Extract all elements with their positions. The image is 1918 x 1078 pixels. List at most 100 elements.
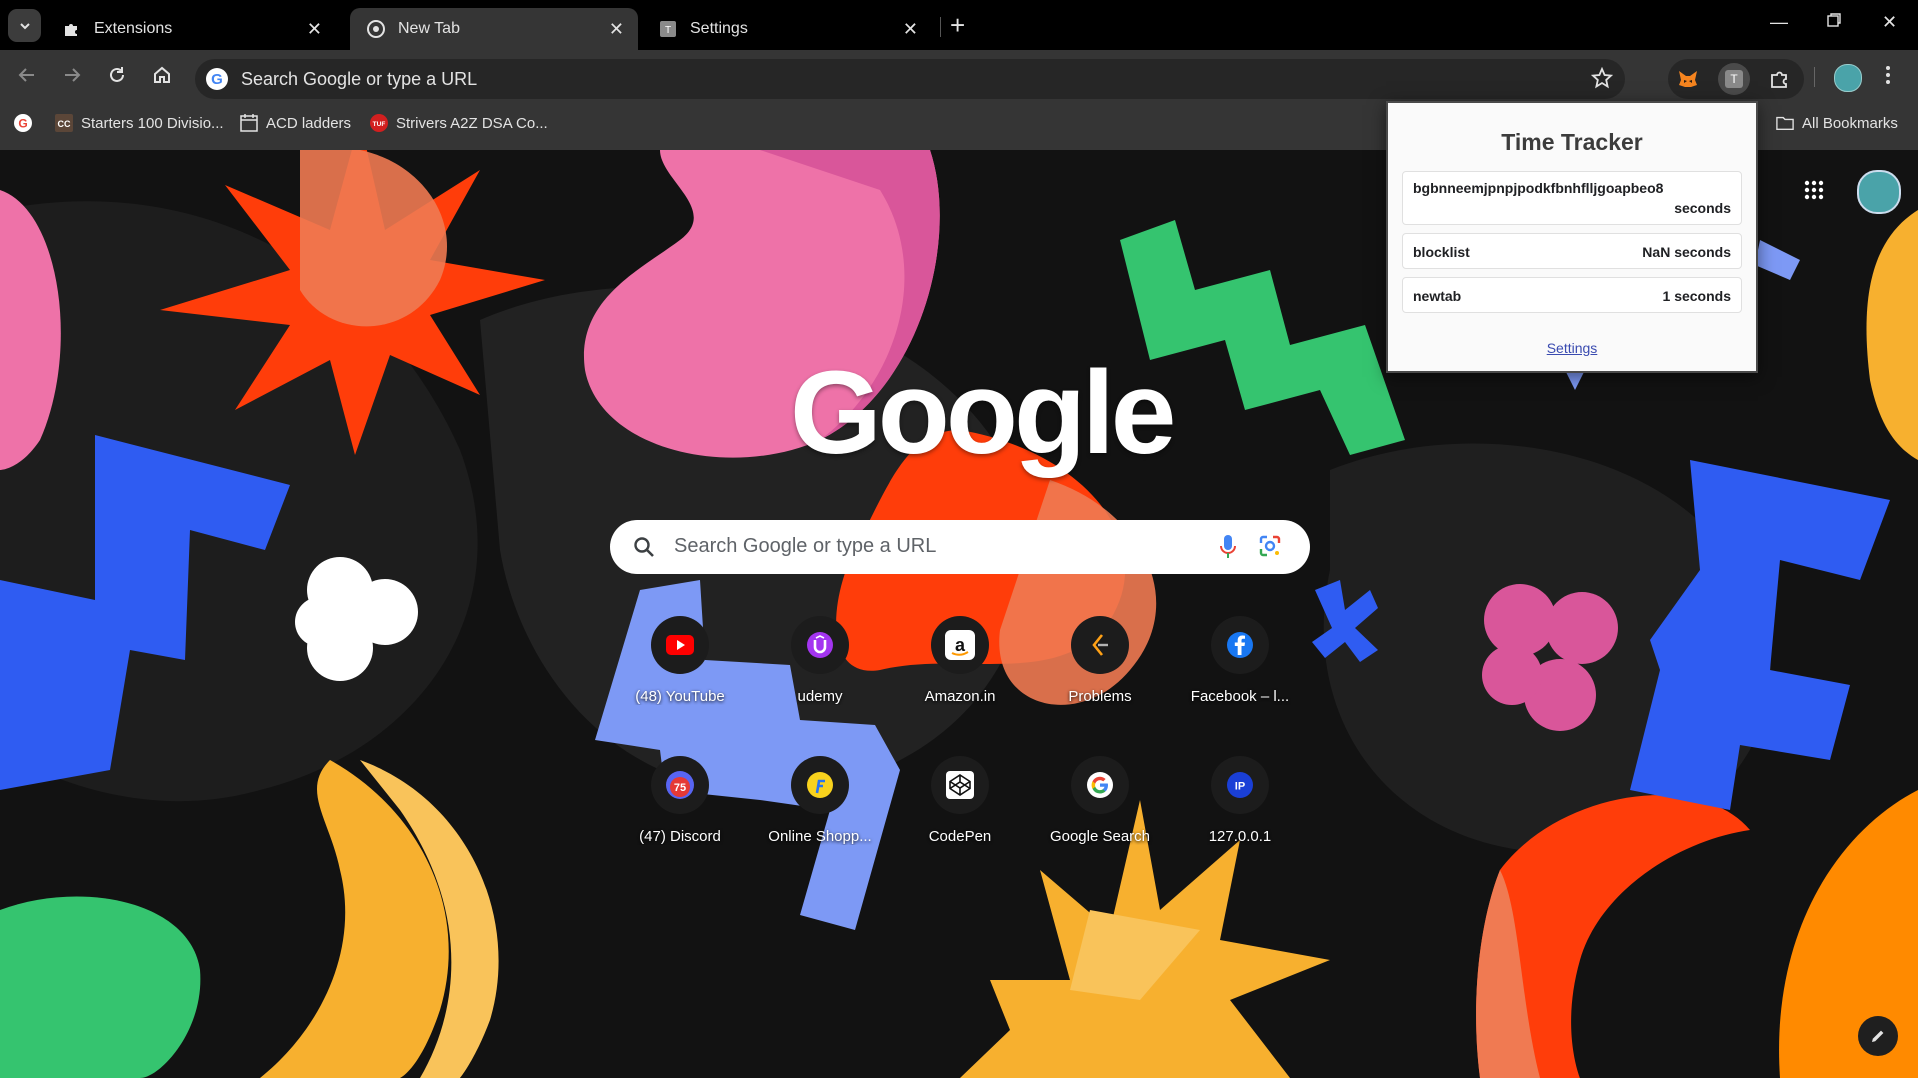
amazon-icon: a bbox=[931, 616, 989, 674]
time-tracker-extension-button[interactable]: T bbox=[1718, 63, 1750, 95]
tab-extensions[interactable]: Extensions ✕ bbox=[46, 8, 336, 50]
microphone-icon[interactable] bbox=[1218, 534, 1238, 565]
shortcut-localhost[interactable]: IP 127.0.0.1 bbox=[1170, 756, 1310, 886]
extensions-group: T bbox=[1668, 59, 1804, 99]
search-placeholder: Search Google or type a URL bbox=[674, 535, 937, 557]
shortcut-youtube[interactable]: (48) YouTube bbox=[610, 616, 750, 746]
shortcut-amazon[interactable]: a Amazon.in bbox=[890, 616, 1030, 746]
bookmark-star-icon[interactable] bbox=[1590, 66, 1614, 94]
site-row: blocklist NaN seconds bbox=[1402, 233, 1742, 269]
site-name: newtab bbox=[1413, 288, 1462, 304]
tab-title: Settings bbox=[690, 20, 748, 37]
tab-new-tab[interactable]: New Tab ✕ bbox=[350, 8, 638, 50]
flipkart-icon bbox=[791, 756, 849, 814]
udemy-icon bbox=[791, 616, 849, 674]
close-icon[interactable]: ✕ bbox=[903, 19, 918, 39]
shortcut-label: 127.0.0.1 bbox=[1208, 828, 1272, 845]
youtube-icon bbox=[651, 616, 709, 674]
kebab-menu-icon[interactable] bbox=[1885, 64, 1891, 91]
search-icon bbox=[632, 535, 656, 564]
bookmark-strivers-a2z[interactable]: TUF Strivers A2Z DSA Co... bbox=[370, 114, 548, 132]
shortcut-udemy[interactable]: udemy bbox=[750, 616, 890, 746]
folder-icon bbox=[1776, 114, 1794, 132]
shortcut-problems[interactable]: Problems bbox=[1030, 616, 1170, 746]
discord-icon: 75 bbox=[651, 756, 709, 814]
extension-letter: T bbox=[1730, 72, 1738, 86]
profile-avatar[interactable] bbox=[1834, 64, 1862, 92]
new-tab-button[interactable]: + bbox=[950, 12, 965, 38]
google-logo: Google bbox=[790, 347, 1176, 479]
google-apps-icon[interactable] bbox=[1804, 180, 1824, 205]
svg-text:IP: IP bbox=[1235, 781, 1245, 793]
minimize-icon[interactable]: — bbox=[1770, 12, 1788, 33]
tab-settings[interactable]: T Settings ✕ bbox=[642, 8, 932, 50]
toolbar: G Search Google or type a URL T bbox=[0, 50, 1918, 100]
ip-icon: IP bbox=[1211, 756, 1269, 814]
shortcut-label: CodePen bbox=[928, 828, 992, 845]
shortcut-discord[interactable]: 75 (47) Discord bbox=[610, 756, 750, 886]
site-time: NaN seconds bbox=[1642, 244, 1731, 260]
shortcut-flipkart[interactable]: Online Shopp... bbox=[750, 756, 890, 886]
back-icon[interactable] bbox=[14, 62, 40, 88]
svg-text:TUF: TUF bbox=[373, 121, 386, 128]
codechef-icon: CC bbox=[55, 114, 73, 132]
site-time: seconds bbox=[1674, 200, 1731, 216]
t-extension-icon: T bbox=[658, 19, 678, 39]
site-name: bgbnneemjpnpjpodkfbnhflljgoapbeo8 bbox=[1413, 180, 1664, 196]
bookmark-acd-ladders[interactable]: ACD ladders bbox=[240, 114, 351, 132]
restore-icon[interactable] bbox=[1826, 12, 1842, 33]
time-tracker-popup: Time Tracker bgbnneemjpnpjpodkfbnhflljgo… bbox=[1386, 101, 1758, 373]
address-bar[interactable]: G Search Google or type a URL bbox=[195, 59, 1625, 99]
customize-pencil-icon[interactable] bbox=[1858, 1016, 1898, 1056]
shortcut-label: udemy bbox=[797, 688, 843, 705]
bookmark-label: ACD ladders bbox=[266, 114, 352, 132]
tuf-icon: TUF bbox=[370, 114, 388, 132]
shortcut-google-search[interactable]: Google Search bbox=[1030, 756, 1170, 886]
all-bookmarks-label: All Bookmarks bbox=[1802, 114, 1898, 132]
all-bookmarks[interactable]: All Bookmarks bbox=[1776, 114, 1898, 132]
shortcut-label: (47) Discord bbox=[639, 828, 721, 845]
ntp-search-box[interactable]: Search Google or type a URL bbox=[610, 520, 1310, 574]
calendar-icon bbox=[240, 114, 258, 132]
home-icon[interactable] bbox=[149, 62, 175, 88]
svg-text:T: T bbox=[665, 25, 671, 36]
svg-text:CC: CC bbox=[58, 119, 71, 129]
close-icon[interactable]: ✕ bbox=[307, 19, 322, 39]
extensions-puzzle-icon[interactable] bbox=[1764, 63, 1796, 95]
puzzle-icon bbox=[62, 19, 82, 39]
chevron-down-icon bbox=[19, 22, 30, 29]
google-lens-icon[interactable] bbox=[1258, 534, 1282, 563]
site-row: newtab 1 seconds bbox=[1402, 277, 1742, 313]
shortcut-label: Google Search bbox=[1049, 828, 1151, 845]
problems-icon bbox=[1071, 616, 1129, 674]
google-icon: G bbox=[205, 67, 229, 91]
forward-icon[interactable] bbox=[59, 62, 85, 88]
close-window-icon[interactable]: ✕ bbox=[1882, 12, 1897, 33]
svg-text:G: G bbox=[211, 71, 223, 88]
codepen-icon bbox=[931, 756, 989, 814]
shortcut-label: Problems bbox=[1068, 688, 1132, 705]
toolbar-separator bbox=[1814, 67, 1815, 87]
shortcut-facebook[interactable]: Facebook – l... bbox=[1170, 616, 1310, 746]
close-icon[interactable]: ✕ bbox=[609, 19, 624, 39]
tab-title: New Tab bbox=[398, 20, 460, 37]
svg-text:75: 75 bbox=[674, 782, 686, 794]
tab-search-button[interactable] bbox=[8, 9, 41, 42]
address-bar-placeholder: Search Google or type a URL bbox=[241, 69, 478, 89]
facebook-icon bbox=[1211, 616, 1269, 674]
svg-text:a: a bbox=[955, 635, 966, 655]
account-avatar[interactable] bbox=[1857, 170, 1901, 214]
bookmark-label: Strivers A2Z DSA Co... bbox=[396, 114, 548, 132]
tab-title: Extensions bbox=[94, 20, 173, 37]
bookmark-google[interactable]: G bbox=[14, 114, 40, 132]
bookmark-starters-100[interactable]: CC Starters 100 Divisio... bbox=[55, 114, 224, 132]
shortcut-codepen[interactable]: CodePen bbox=[890, 756, 1030, 886]
metamask-fox-icon[interactable] bbox=[1672, 63, 1704, 95]
shortcut-label: Amazon.in bbox=[924, 688, 996, 705]
google-icon bbox=[1071, 756, 1129, 814]
reload-icon[interactable] bbox=[104, 62, 130, 88]
bookmark-label: Starters 100 Divisio... bbox=[81, 114, 224, 132]
shortcut-label: (48) YouTube bbox=[635, 688, 725, 705]
settings-link[interactable]: Settings bbox=[1388, 340, 1756, 356]
popup-title: Time Tracker bbox=[1501, 129, 1643, 155]
